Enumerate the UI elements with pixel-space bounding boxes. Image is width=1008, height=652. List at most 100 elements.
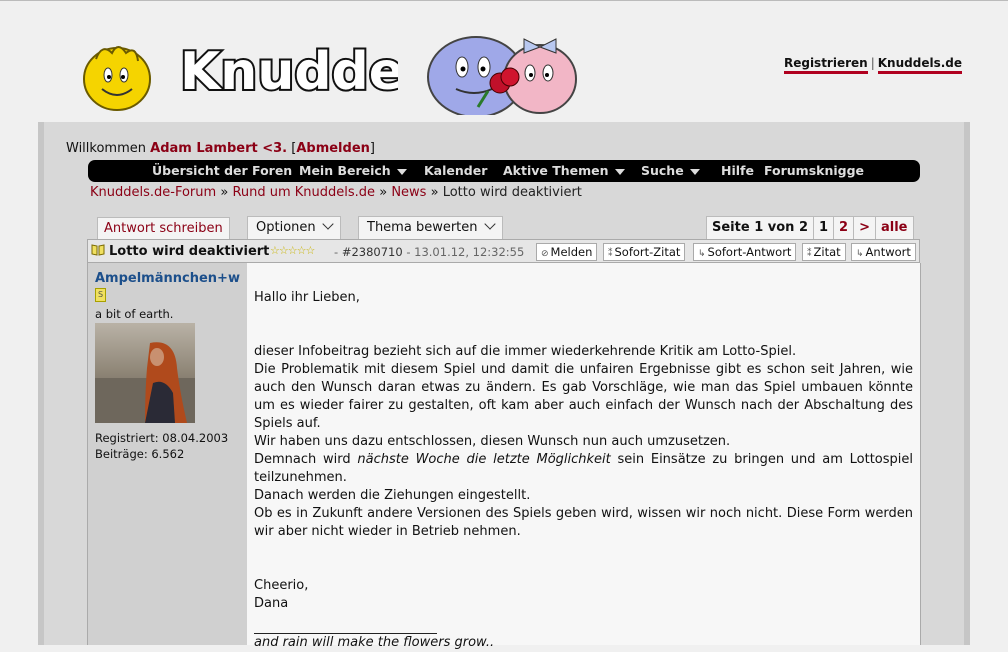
post-paragraph: Ob es in Zukunft andere Versionen des Sp…: [254, 506, 913, 539]
breadcrumb-current: Lotto wird deaktiviert: [442, 185, 582, 200]
chevron-down-icon: [321, 218, 334, 230]
nav-forum-etiquette[interactable]: Forumsknigge: [764, 163, 864, 178]
welcome-bar: Willkommen Adam Lambert <3. [Abmelden]: [66, 141, 375, 156]
breadcrumb-separator: »: [220, 185, 229, 200]
nav-help[interactable]: Hilfe: [721, 163, 754, 178]
main-nav: Übersicht der Foren Mein Bereich Kalende…: [88, 160, 920, 182]
nav-active-topics[interactable]: Aktive Themen: [503, 163, 625, 178]
post-count: Beiträge: 6.562: [95, 447, 185, 461]
emphasized-text: nächste Woche die letzte Möglichkeit: [357, 452, 611, 467]
post-meta: - #2380710 - 13.01.12, 12:32:55: [334, 245, 524, 259]
nav-label: Suche: [641, 163, 684, 178]
breadcrumb-separator: »: [430, 185, 439, 200]
signature: and rain will make the flowers grow..: [254, 635, 495, 650]
nav-my-area[interactable]: Mein Bereich: [299, 163, 407, 178]
mascot-pair-icon: [427, 36, 577, 115]
all-pages-link[interactable]: alle: [875, 217, 913, 239]
post-date: 13.01.12, 12:32:55: [414, 245, 525, 259]
chevron-down-icon: [396, 168, 407, 175]
options-dropdown[interactable]: Optionen: [247, 216, 341, 239]
bracket-close: ]: [369, 141, 375, 156]
knuddels-logo: Knuddels: [178, 40, 398, 104]
avatar: [95, 323, 195, 423]
answer-label: Antwort: [865, 245, 911, 259]
pagination: Seite 1 von 2 1 2 > alle: [706, 216, 914, 239]
reply-button[interactable]: Antwort schreiben: [97, 217, 230, 239]
svg-text:Knuddels: Knuddels: [180, 42, 398, 102]
quote-icon: ⁑: [608, 249, 613, 259]
username-link[interactable]: Adam Lambert <3.: [150, 141, 287, 156]
report-icon: ⊘: [541, 249, 549, 259]
post-body: Hallo ihr Lieben, dieser Infobeitrag bez…: [247, 263, 921, 650]
registered-date: Registriert: 08.04.2003: [95, 431, 229, 445]
nav-label: Mein Bereich: [299, 163, 391, 178]
author-name[interactable]: Ampelmännchen+w: [95, 271, 240, 286]
nav-search[interactable]: Suche: [641, 163, 700, 178]
answer-button[interactable]: ↳ Antwort: [851, 243, 916, 261]
page-2-link[interactable]: 2: [833, 217, 853, 239]
quick-quote-label: Sofort-Zitat: [614, 245, 681, 259]
meta-dash: -: [334, 245, 339, 259]
closing-line: Cheerio,: [254, 578, 309, 593]
report-label: Melden: [550, 245, 593, 259]
quote-button[interactable]: ⁑ Zitat: [802, 243, 846, 261]
chevron-down-icon: [614, 168, 625, 175]
page-indicator: Seite 1 von 2: [712, 220, 808, 235]
closing-name: Dana: [254, 596, 289, 611]
nav-label: Übersicht der Foren: [152, 163, 293, 178]
yellow-mascot-icon: [83, 46, 151, 111]
text-fragment: Demnach wird: [254, 452, 351, 467]
nav-label: Forumsknigge: [764, 163, 865, 178]
quick-quote-button[interactable]: ⁑ Sofort-Zitat: [603, 243, 686, 261]
report-button[interactable]: ⊘ Melden: [536, 243, 598, 261]
nav-label: Hilfe: [721, 163, 754, 178]
chevron-down-icon: [483, 218, 496, 230]
post-paragraph: Wir haben uns dazu entschlossen, diesen …: [254, 434, 731, 449]
book-icon: [91, 244, 105, 256]
post-title: Lotto wird deaktiviert: [109, 244, 270, 259]
post-header: Lotto wird deaktiviert ☆☆☆☆☆ - #2380710 …: [87, 239, 920, 263]
nav-label: Aktive Themen: [503, 163, 609, 178]
post-greeting: Hallo ihr Lieben,: [254, 290, 360, 305]
nav-calendar[interactable]: Kalender: [424, 163, 487, 178]
top-links: Registrieren | Knuddels.de: [783, 56, 962, 74]
options-label: Optionen: [256, 220, 316, 235]
author-info: Registriert: 08.04.2003 Beiträge: 6.562: [95, 430, 228, 462]
chevron-down-icon: [689, 168, 700, 175]
nav-forum-overview[interactable]: Übersicht der Foren: [152, 163, 292, 178]
post-paragraph: Danach werden die Ziehungen eingestellt.: [254, 488, 531, 503]
post-paragraph: Die Problematik mit diesem Spiel und dam…: [254, 362, 913, 431]
nav-label: Kalender: [424, 163, 488, 178]
breadcrumb-forum[interactable]: Knuddels.de-Forum: [90, 185, 216, 200]
meta-dash: -: [406, 245, 411, 259]
author-column: Ampelmännchen+w S a bit of earth. Regist…: [87, 263, 247, 645]
breadcrumb: Knuddels.de-Forum » Rund um Knuddels.de …: [90, 185, 582, 200]
welcome-text: Willkommen: [66, 141, 146, 156]
rating-stars: ☆☆☆☆☆: [270, 244, 315, 257]
status-badge: S: [95, 288, 106, 302]
link-separator: |: [870, 56, 875, 70]
post-paragraph: Demnach wird nächste Woche die letzte Mö…: [254, 451, 913, 487]
post-id[interactable]: #2380710: [342, 245, 403, 259]
breadcrumb-section[interactable]: Rund um Knuddels.de: [232, 185, 375, 200]
rate-thread-label: Thema bewerten: [367, 220, 478, 235]
register-link[interactable]: Registrieren: [783, 56, 868, 74]
quote-label: Zitat: [813, 245, 841, 259]
post-content: Hallo ihr Lieben, dieser Infobeitrag bez…: [254, 289, 913, 652]
quick-reply-button[interactable]: ↳ Sofort-Antwort: [693, 243, 797, 261]
next-page-link[interactable]: >: [853, 217, 875, 239]
knuddels-link[interactable]: Knuddels.de: [877, 56, 962, 74]
breadcrumb-separator: »: [379, 185, 388, 200]
post-paragraph: dieser Infobeitrag bezieht sich auf die …: [254, 344, 797, 359]
quote-icon: ⁑: [807, 249, 812, 259]
author-tagline: a bit of earth.: [95, 307, 174, 321]
site-header: Knuddels Registrieren|Knuddels.de: [0, 0, 1008, 123]
logout-link[interactable]: Abmelden: [296, 141, 370, 156]
rate-thread-dropdown[interactable]: Thema bewerten: [358, 216, 503, 239]
breadcrumb-news[interactable]: News: [391, 185, 426, 200]
quick-reply-label: Sofort-Antwort: [707, 245, 792, 259]
reply-arrow-icon: ↳: [856, 249, 864, 259]
page-1-link[interactable]: 1: [813, 217, 833, 239]
